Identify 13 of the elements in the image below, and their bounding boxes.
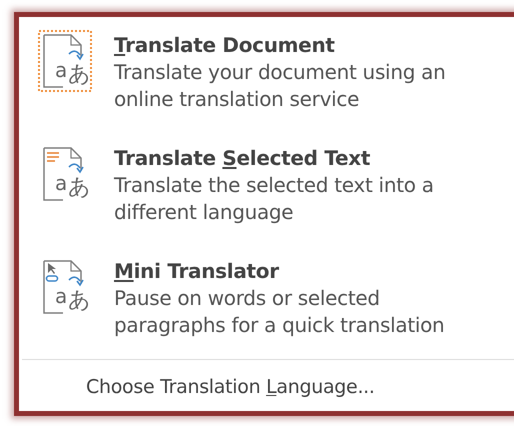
menu-item[interactable]: Translate Document [114, 32, 494, 59]
item-description: Pause on words or selected paragraphs for a quick translation [114, 285, 446, 339]
menu-item[interactable]: Mini Translator [114, 258, 494, 285]
icon-letter: a [55, 286, 68, 306]
icon-letter: あ [68, 64, 91, 86]
menu-item[interactable]: Choose Translation Language... [86, 374, 375, 401]
item-description: Translate your document using an online translation service [114, 59, 446, 113]
icon-letter: a [55, 60, 68, 80]
icon-letter: あ [68, 290, 91, 312]
item-description: Translate the selected text into a different language [114, 172, 435, 226]
menu-item[interactable]: Translate Selected Text [114, 145, 494, 172]
icon-letter: あ [68, 177, 91, 199]
icon-letter: a [55, 173, 68, 193]
